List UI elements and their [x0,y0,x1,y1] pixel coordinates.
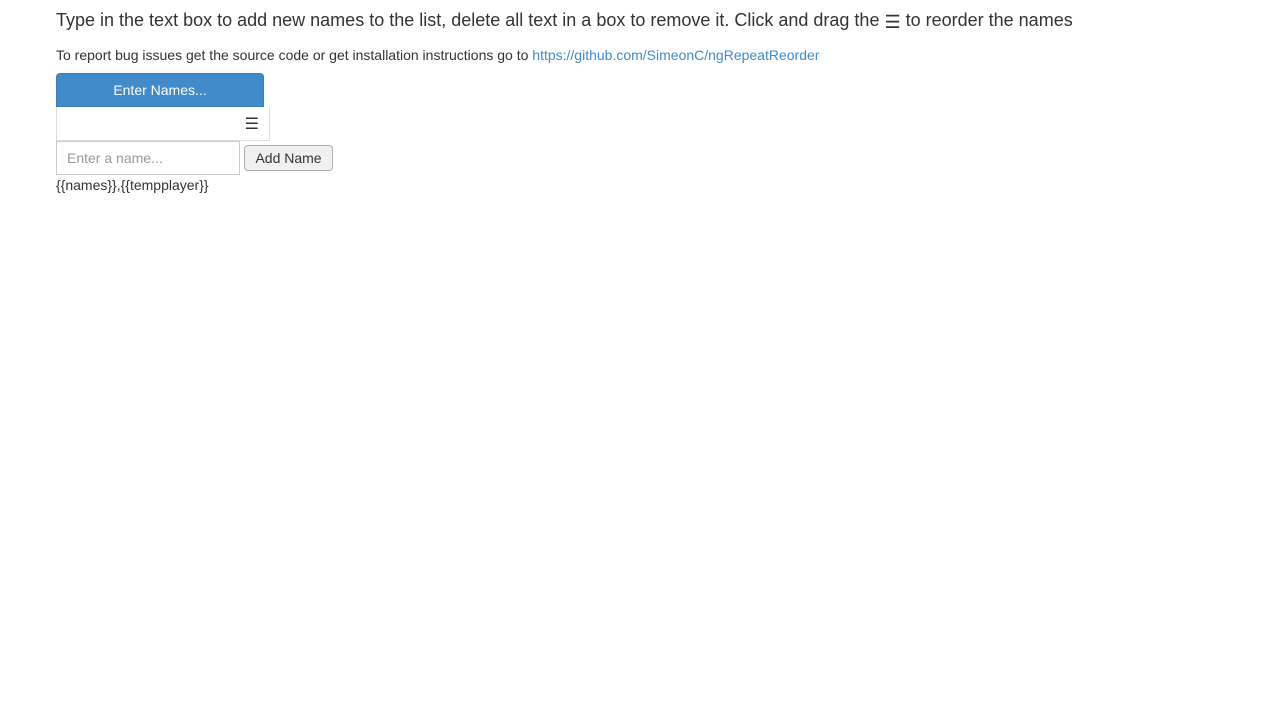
names-panel: Enter Names... ☰ Add Name {{names}},{{te… [56,73,1224,193]
intro-text: Type in the text box to add new names to… [56,8,1224,33]
drag-icon: ☰ [884,13,900,31]
name-input[interactable] [56,141,240,175]
intro-text-after: to reorder the names [901,10,1073,30]
drag-handle-icon[interactable]: ☰ [245,114,259,134]
report-prefix: To report bug issues get the source code… [56,47,532,63]
add-row: Add Name [56,141,1224,175]
list-item: ☰ [56,107,270,141]
repo-link[interactable]: https://github.com/SimeonC/ngRepeatReord… [532,47,819,63]
raw-output: {{names}},{{tempplayer}} [56,177,1224,193]
intro-text-before: Type in the text box to add new names to… [56,10,884,30]
report-line: To report bug issues get the source code… [56,47,1224,63]
panel-heading: Enter Names... [56,73,264,107]
add-name-button[interactable]: Add Name [244,145,332,171]
